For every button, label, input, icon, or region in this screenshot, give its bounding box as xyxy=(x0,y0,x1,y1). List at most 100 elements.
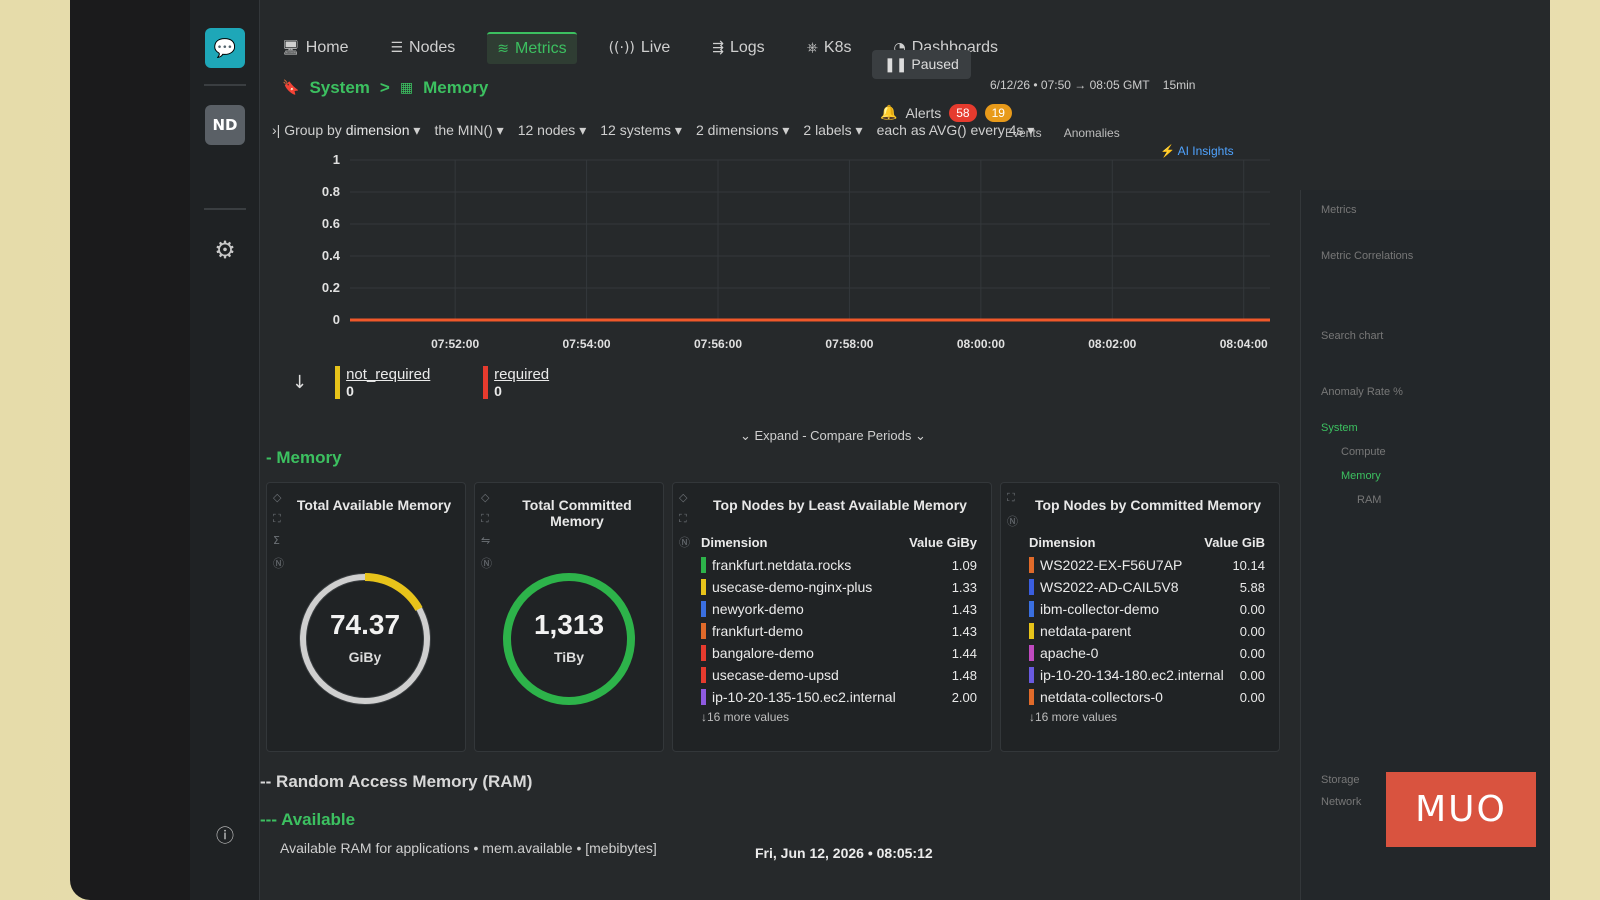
n-icon[interactable]: Ⓝ xyxy=(481,555,492,571)
tab-metrics[interactable]: ≋ Metrics xyxy=(487,32,577,64)
anomaly-rate-toggle[interactable]: Anomaly Rate % xyxy=(1321,386,1403,398)
timestamp: Fri, Jun 12, 2026 • 08:05:12 xyxy=(755,845,933,861)
alerts-link[interactable]: 🔔 Alerts 58 19 xyxy=(880,104,1012,122)
settings-icon[interactable]: ◇ xyxy=(679,491,690,504)
table-header: Dimension Value GiB xyxy=(1029,535,1265,550)
table-row[interactable]: frankfurt.netdata.rocks 1.09 xyxy=(701,554,977,576)
table-row[interactable]: ibm-collector-demo 0.00 xyxy=(1029,598,1265,620)
crumb-system[interactable]: System xyxy=(309,78,369,98)
time-agg-dropdown[interactable]: each as AVG() every 4s ▾ xyxy=(877,122,1035,139)
toc-network[interactable]: Network xyxy=(1321,796,1361,808)
card-total-available: ◇ ⛶ Σ Ⓝ Total Available Memory 74.37 GiBy xyxy=(266,482,466,752)
tab-label: Logs xyxy=(729,39,765,56)
tab-home[interactable]: 🖥 Home xyxy=(272,33,358,63)
table-row[interactable]: ip-10-20-135-150.ec2.internal 2.00 xyxy=(701,686,977,708)
more-values-link[interactable]: ↓16 more values xyxy=(1029,710,1265,724)
y-tick-label: 0.8 xyxy=(322,184,340,199)
server-icon: ☰ xyxy=(390,40,404,56)
toc-memory[interactable]: Memory xyxy=(1341,470,1381,482)
table-header: Dimension Value GiBy xyxy=(701,535,977,550)
settings-icon[interactable]: ◇ xyxy=(481,491,492,504)
available-chart-description: Available RAM for applications • mem.ava… xyxy=(280,840,657,856)
sidebar-divider xyxy=(204,208,246,210)
nodes-filter-label: 12 nodes xyxy=(517,122,576,138)
avatar[interactable]: ND xyxy=(205,105,245,145)
time-agg-label: each as AVG() every 4s xyxy=(876,122,1024,138)
gauge: 1,313 TiBy xyxy=(499,569,649,724)
crumb-memory[interactable]: Memory xyxy=(423,78,488,98)
table-row[interactable]: netdata-parent 0.00 xyxy=(1029,620,1265,642)
gauge-value: 1,313 xyxy=(533,609,605,640)
row-dimension: WS2022-EX-F56U7AP xyxy=(1029,557,1182,573)
row-dimension: ip-10-20-135-150.ec2.internal xyxy=(701,689,896,705)
table-row[interactable]: apache-0 0.00 xyxy=(1029,642,1265,664)
card-title: Top Nodes by Committed Memory xyxy=(1034,497,1262,513)
info-icon[interactable]: ⓘ xyxy=(205,815,245,855)
live-icon: ((·)) xyxy=(608,40,635,56)
n-icon[interactable]: Ⓝ xyxy=(679,534,690,550)
table-row[interactable]: WS2022-EX-F56U7AP 10.14 xyxy=(1029,554,1265,576)
card-least-available: ◇ ⛶ Ⓝ Top Nodes by Least Available Memory … xyxy=(672,482,992,752)
row-dimension: ibm-collector-demo xyxy=(1029,601,1159,617)
n-icon[interactable]: Ⓝ xyxy=(273,555,284,571)
sort-arrow-icon[interactable]: ↓ xyxy=(280,372,307,393)
row-value: 0.00 xyxy=(1239,601,1265,617)
tab-logs[interactable]: ⇶ Logs xyxy=(702,33,774,63)
pause-button[interactable]: ❚❚ Paused xyxy=(872,50,971,79)
labels-filter[interactable]: 2 labels ▾ xyxy=(803,122,862,139)
row-value: 1.09 xyxy=(951,557,977,573)
n-icon[interactable]: Ⓝ xyxy=(1007,513,1018,529)
duration-label: 15min xyxy=(1162,78,1196,92)
tab-nodes[interactable]: ☰ Nodes xyxy=(380,33,465,63)
dimension-legend: ↓ not_required 0 required 0 xyxy=(280,352,1280,412)
least-available-table: Dimension Value GiBy frankfurt.netdata.ro… xyxy=(701,535,977,724)
dim-required[interactable]: required 0 xyxy=(483,365,603,399)
table-row[interactable]: WS2022-AD-CAIL5V8 5.88 xyxy=(1029,576,1265,598)
more-values-link[interactable]: ↓16 more values xyxy=(701,710,977,724)
expand-icon[interactable]: ⛶ xyxy=(1007,491,1018,505)
nodes-filter[interactable]: 12 nodes ▾ xyxy=(518,122,587,139)
row-value: 1.48 xyxy=(951,667,977,683)
expand-icon[interactable]: ⛶ xyxy=(679,512,690,526)
aggregation-dropdown[interactable]: the MIN() ▾ xyxy=(434,122,503,139)
expand-compare-button[interactable]: ⌄ Expand - Compare Periods ⌄ xyxy=(740,428,926,444)
expand-icon[interactable]: ⛶ xyxy=(481,512,492,526)
crumb-separator: > xyxy=(379,78,390,97)
time-range[interactable]: 6/12/26 • 07:50 → 08:05 GMT 15min xyxy=(990,78,1195,92)
table-row[interactable]: newyork-demo 1.43 xyxy=(701,598,977,620)
tab-k8s[interactable]: ⎈ K8s xyxy=(797,33,862,63)
toc-ram[interactable]: RAM xyxy=(1357,494,1381,506)
sum-icon[interactable]: Σ xyxy=(273,534,284,547)
anomalies-link[interactable]: Anomalies xyxy=(1064,126,1120,140)
tab-live[interactable]: ((·)) Live xyxy=(599,33,681,63)
settings-icon[interactable]: ◇ xyxy=(273,491,284,504)
dim-not-required[interactable]: not_required 0 xyxy=(335,365,455,399)
main-area: 🖥 Home ☰ Nodes ≋ Metrics ((·)) Live ⇶ Logs ⎈ K… xyxy=(260,0,1300,900)
chat-icon[interactable]: 💬 xyxy=(205,28,245,68)
table-row[interactable]: frankfurt-demo 1.43 xyxy=(701,620,977,642)
gauge-svg xyxy=(503,573,635,705)
table-row[interactable]: netdata-collectors-0 0.00 xyxy=(1029,686,1265,708)
row-dimension: usecase-demo-upsd xyxy=(701,667,839,683)
search-chart-input[interactable]: Search chart xyxy=(1321,330,1383,342)
dimensions-filter-label: 2 dimensions xyxy=(695,122,779,138)
y-tick-label: 0 xyxy=(333,312,340,327)
systems-filter[interactable]: 12 systems ▾ xyxy=(600,122,682,139)
dimensions-filter[interactable]: 2 dimensions ▾ xyxy=(696,122,789,139)
table-row[interactable]: bangalore-demo 1.44 xyxy=(701,642,977,664)
table-row[interactable]: ip-10-20-134-180.ec2.internal 0.00 xyxy=(1029,664,1265,686)
gear-icon[interactable]: ⚙ xyxy=(205,230,245,270)
aggregation-label: the MIN() xyxy=(434,122,493,138)
swap-icon[interactable]: ⇋ xyxy=(481,534,492,547)
expand-icon[interactable]: ⛶ xyxy=(273,512,284,526)
toc-compute[interactable]: Compute xyxy=(1341,446,1386,458)
labels-filter-label: 2 labels xyxy=(803,122,852,138)
card-title: Total Available Memory xyxy=(296,497,452,513)
table-row[interactable]: usecase-demo-nginx-plus 1.33 xyxy=(701,576,977,598)
group-by-dropdown[interactable]: ›| Group by dimension ▾ xyxy=(272,122,420,139)
toc-system[interactable]: System xyxy=(1321,422,1358,434)
toc-storage[interactable]: Storage xyxy=(1321,774,1360,786)
table-row[interactable]: usecase-demo-upsd 1.48 xyxy=(701,664,977,686)
metric-correlations-button[interactable]: Metric Correlations xyxy=(1321,250,1413,262)
chart-svg: 1 0.8 0.6 0.4 0.2 0 07:52:00 07:54:00 07:56:00 07… xyxy=(322,152,1270,351)
